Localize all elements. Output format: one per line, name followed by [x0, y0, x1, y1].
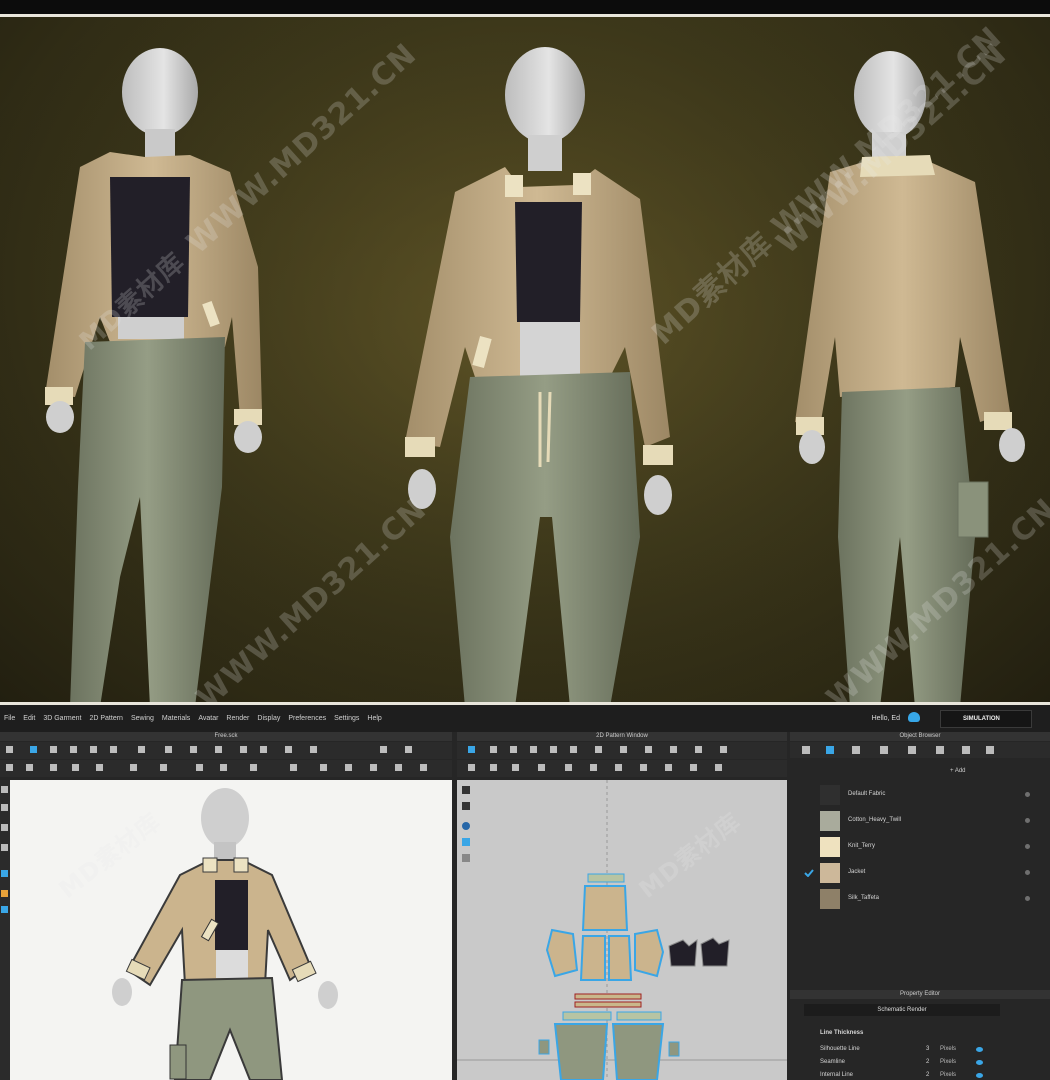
- side-tool-icons[interactable]: [0, 780, 10, 920]
- fabric-row[interactable]: Knit_Terry: [790, 834, 1050, 860]
- user-label: Hello, Ed: [871, 715, 900, 722]
- eye-icon[interactable]: [976, 1073, 983, 1078]
- object-browser-panel: Object Browser + Add Default Fabric Cott…: [790, 732, 1050, 1080]
- fabric-row[interactable]: Jacket: [790, 860, 1050, 886]
- fabric-swatch: [820, 889, 840, 909]
- property-value-input[interactable]: 2: [926, 1059, 929, 1065]
- render-top-bar: [0, 0, 1050, 14]
- property-label: Silhouette Line: [820, 1046, 860, 1052]
- property-unit: Pixels: [940, 1046, 957, 1052]
- eye-icon[interactable]: [976, 1047, 983, 1052]
- fabric-row[interactable]: Cotton_Heavy_Twill: [790, 808, 1050, 834]
- 2d-side-tools[interactable]: [460, 784, 474, 874]
- menu-2d-pattern[interactable]: 2D Pattern: [85, 705, 126, 722]
- fabric-options-icon[interactable]: [1025, 896, 1030, 901]
- menu-3d-garment[interactable]: 3D Garment: [39, 705, 85, 722]
- property-value-input[interactable]: 2: [926, 1072, 929, 1078]
- toolbar-icons[interactable]: [0, 742, 787, 778]
- object-browser-header: Object Browser: [790, 732, 1050, 741]
- fabric-swatch: [820, 863, 840, 883]
- menu-edit[interactable]: Edit: [19, 705, 39, 722]
- add-fabric-button[interactable]: + Add: [950, 768, 966, 774]
- pattern-window-header: 2D Pattern Window: [457, 732, 787, 741]
- object-browser-tab-icons[interactable]: [790, 742, 1020, 758]
- fabric-swatch: [820, 785, 840, 805]
- property-section-title: Line Thickness: [820, 1030, 864, 1036]
- menu-materials[interactable]: Materials: [158, 705, 194, 722]
- checkmark-icon: [804, 869, 814, 877]
- property-unit: Pixels: [940, 1059, 957, 1065]
- menu-preferences[interactable]: Preferences: [284, 705, 330, 722]
- eye-icon[interactable]: [976, 1060, 983, 1065]
- render-preview: WWW.MD321.CN MD素材库 MD素材库 WWW.MD321.CN WW…: [0, 0, 1050, 702]
- property-label: Seamline: [820, 1059, 846, 1065]
- fabric-name: Knit_Terry: [848, 843, 876, 849]
- fabric-swatch: [820, 837, 840, 857]
- fabric-options-icon[interactable]: [1025, 818, 1030, 823]
- fabric-swatch: [820, 811, 840, 831]
- simulation-mode-button[interactable]: SIMULATION: [940, 710, 1032, 728]
- fabric-row[interactable]: Silk_Taffeta: [790, 886, 1050, 912]
- fabric-name: Silk_Taffeta: [848, 895, 879, 901]
- menu-help[interactable]: Help: [363, 705, 385, 722]
- fabric-row[interactable]: Default Fabric: [790, 782, 1050, 808]
- marvelous-designer-app: File Edit 3D Garment 2D Pattern Sewing M…: [0, 702, 1050, 1080]
- fabric-options-icon[interactable]: [1025, 870, 1030, 875]
- fabric-name: Jacket: [848, 869, 866, 875]
- fabric-options-icon[interactable]: [1025, 792, 1030, 797]
- property-label: Internal Line: [820, 1072, 854, 1078]
- menu-settings[interactable]: Settings: [330, 705, 363, 722]
- 3d-avatar-preview: [112, 788, 338, 1080]
- property-value-input[interactable]: 3: [926, 1046, 929, 1052]
- menu-avatar[interactable]: Avatar: [194, 705, 222, 722]
- menu-display[interactable]: Display: [253, 705, 284, 722]
- free-window-header: Free.sck: [0, 732, 452, 741]
- menu-bar: File Edit 3D Garment 2D Pattern Sewing M…: [0, 702, 1050, 732]
- property-editor-header: Property Editor: [790, 990, 1050, 999]
- property-tab-schematic-render[interactable]: Schematic Render: [804, 1004, 1000, 1016]
- property-unit: Pixels: [940, 1072, 957, 1078]
- fabric-options-icon[interactable]: [1025, 844, 1030, 849]
- fabric-name: Default Fabric: [848, 791, 886, 797]
- object-browser-tabs: [790, 742, 1050, 758]
- fabric-name: Cotton_Heavy_Twill: [848, 817, 902, 823]
- 3d-side-toolbar: [0, 780, 10, 1080]
- cloud-icon[interactable]: [908, 712, 920, 722]
- menu-sewing[interactable]: Sewing: [127, 705, 158, 722]
- menu-render[interactable]: Render: [222, 705, 253, 722]
- menu-file[interactable]: File: [0, 705, 19, 722]
- 3d-garment-viewport[interactable]: [10, 780, 452, 1080]
